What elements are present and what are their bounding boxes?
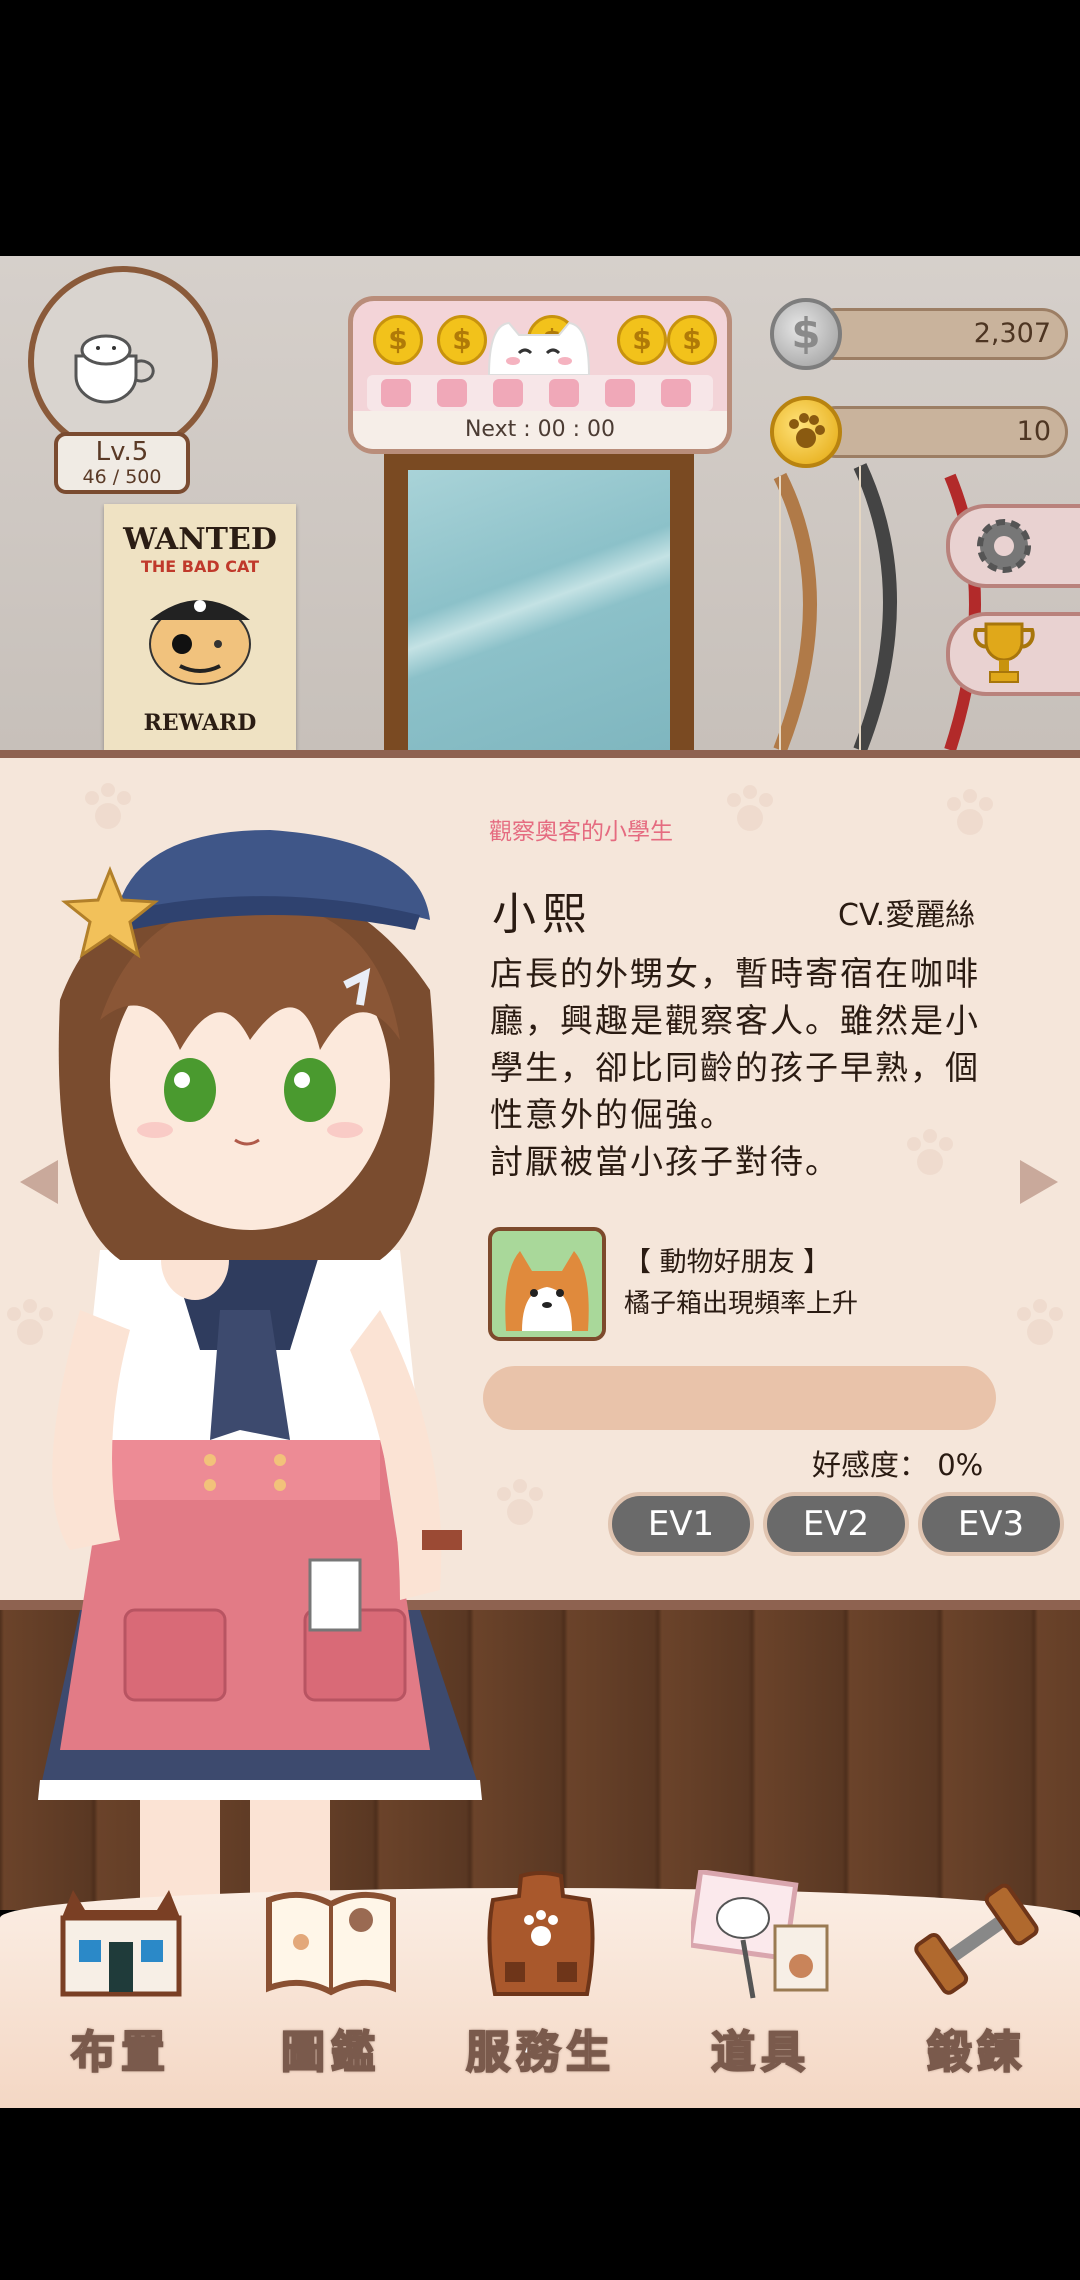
poster-title: WANTED — [123, 522, 277, 557]
ev1-button[interactable]: EV1 — [608, 1492, 754, 1556]
sign-icon — [691, 1870, 829, 1999]
paw-row — [367, 375, 713, 411]
ev3-button[interactable]: EV3 — [918, 1492, 1064, 1556]
xp-label: 46 / 500 — [82, 466, 162, 488]
cat-face-icon — [487, 321, 591, 375]
nav-collection[interactable]: 圖鑑 — [246, 1870, 416, 2080]
next-timer: Next : 00 : 00 — [353, 411, 727, 449]
silver-currency: 2,307 $ — [770, 298, 1072, 370]
paw-icon — [789, 413, 825, 448]
favor-label: 好感度： 0% — [812, 1448, 984, 1482]
paw-bg-icon — [727, 785, 773, 831]
nav-items-label: 道具 — [710, 2026, 811, 2079]
silver-coin-icon: $ — [770, 298, 842, 370]
gold-amount: 10 — [810, 406, 1068, 458]
silver-amount: 2,307 — [810, 308, 1068, 360]
nav-training-label: 鍛鍊 — [926, 2026, 1027, 2079]
bow-rack-icon — [773, 463, 981, 750]
settings-button[interactable] — [946, 504, 1080, 588]
nav-waiter[interactable]: 服務生 — [456, 1870, 626, 2080]
poster-reward: REWARD — [143, 710, 257, 736]
paw-icon — [549, 379, 579, 407]
description-line: 廳，興趣是觀察客人。雖然是小 — [490, 1001, 980, 1040]
poster-subtitle: THE BAD CAT — [140, 557, 260, 576]
coin-row: $ $ $ $ $ — [367, 315, 717, 375]
paw-icon — [437, 379, 467, 407]
pirate-cat-icon — [149, 600, 251, 685]
coffee-cat-icon — [74, 334, 155, 404]
nav-items[interactable]: 道具 — [676, 1870, 846, 2080]
dumbbell-icon — [914, 1883, 1039, 1995]
gear-icon — [977, 519, 1031, 573]
nav-collection-label: 圖鑑 — [280, 2026, 381, 2079]
paw-icon — [661, 379, 691, 407]
character-illustration — [38, 830, 482, 1910]
book-icon — [266, 1891, 396, 1996]
coin-icon: $ — [667, 315, 717, 365]
nav-decorate-label: 布置 — [70, 2026, 171, 2079]
favor-progress-bar — [483, 1366, 996, 1430]
house-icon — [60, 1890, 182, 1997]
skill-name: 【 動物好朋友 】 — [624, 1247, 831, 1278]
paw-icon — [493, 379, 523, 407]
ev2-button[interactable]: EV2 — [763, 1492, 909, 1556]
nav-waiter-label: 服務生 — [465, 2026, 616, 2079]
description-line: 學生，卻比同齡的孩子早熟，個 — [490, 1048, 980, 1087]
level-label: Lv.5 — [95, 437, 149, 467]
nav-training[interactable]: 鍛鍊 — [892, 1870, 1062, 2080]
cafe-door — [384, 452, 694, 750]
skill-description: 橘子箱出現頻率上升 — [624, 1289, 859, 1319]
coin-icon: $ — [617, 315, 667, 365]
paw-icon — [605, 379, 635, 407]
coin-machine[interactable]: $ $ $ $ $ Next : 00 : 00 — [348, 296, 732, 454]
next-character-arrow-icon[interactable] — [1020, 1160, 1058, 1204]
achievement-button[interactable] — [946, 612, 1080, 696]
apron-icon — [487, 1871, 595, 1996]
paw-bg-icon — [1017, 1299, 1063, 1345]
description-line: 討厭被當小孩子對待。 — [490, 1142, 840, 1181]
door-glass — [408, 470, 670, 750]
description-line: 店長的外甥女，暫時寄宿在咖啡 — [490, 954, 980, 993]
paw-bg-icon — [947, 789, 993, 835]
game-scene: Lv.5 46 / 500 WANTED THE BAD CAT REWARD … — [0, 256, 1080, 750]
voice-actor: CV.愛麗絲 — [838, 898, 976, 933]
wanted-poster[interactable]: WANTED THE BAD CAT REWARD — [104, 504, 296, 750]
level-badge: Lv.5 46 / 500 — [54, 432, 190, 494]
character-description: 店長的外甥女，暫時寄宿在咖啡 廳，興趣是觀察客人。雖然是小 學生，卻比同齡的孩子… — [490, 950, 1020, 1185]
paw-icon — [381, 379, 411, 407]
trophy-icon — [973, 622, 1035, 683]
description-line: 性意外的倔強。 — [490, 1095, 735, 1134]
nav-decorate[interactable]: 布置 — [36, 1870, 206, 2080]
coin-icon: $ — [373, 315, 423, 365]
